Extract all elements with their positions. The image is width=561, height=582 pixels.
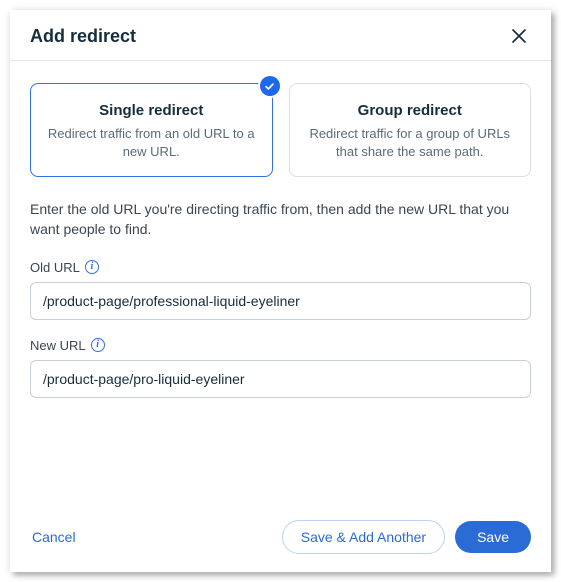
old-url-input[interactable] <box>30 282 531 320</box>
close-button[interactable] <box>507 24 531 48</box>
option-group-redirect[interactable]: Group redirect Redirect traffic for a gr… <box>289 83 532 177</box>
option-title: Group redirect <box>304 102 517 119</box>
close-icon <box>511 28 527 44</box>
new-url-group: New URL i <box>30 338 531 398</box>
modal-footer: Cancel Save & Add Another Save <box>10 506 551 572</box>
save-button[interactable]: Save <box>455 521 531 553</box>
new-url-input[interactable] <box>30 360 531 398</box>
footer-right: Save & Add Another Save <box>282 520 531 554</box>
old-url-label: Old URL <box>30 260 80 275</box>
save-add-another-button[interactable]: Save & Add Another <box>282 520 445 554</box>
modal-title: Add redirect <box>30 26 136 47</box>
old-url-label-row: Old URL i <box>30 260 531 275</box>
new-url-label-row: New URL i <box>30 338 531 353</box>
modal-body: Single redirect Redirect traffic from an… <box>10 61 551 506</box>
cancel-button[interactable]: Cancel <box>30 523 78 551</box>
redirect-type-options: Single redirect Redirect traffic from an… <box>30 83 531 177</box>
old-url-group: Old URL i <box>30 260 531 320</box>
instructions-text: Enter the old URL you're directing traff… <box>30 199 531 240</box>
option-single-redirect[interactable]: Single redirect Redirect traffic from an… <box>30 83 273 177</box>
option-title: Single redirect <box>45 102 258 119</box>
selected-check-icon <box>260 76 280 96</box>
info-icon[interactable]: i <box>91 338 105 352</box>
new-url-label: New URL <box>30 338 86 353</box>
option-desc: Redirect traffic for a group of URLs tha… <box>304 125 517 160</box>
add-redirect-modal: Add redirect Single redirect Redirect tr… <box>10 10 551 572</box>
info-icon[interactable]: i <box>85 260 99 274</box>
modal-header: Add redirect <box>10 10 551 61</box>
option-desc: Redirect traffic from an old URL to a ne… <box>45 125 258 160</box>
